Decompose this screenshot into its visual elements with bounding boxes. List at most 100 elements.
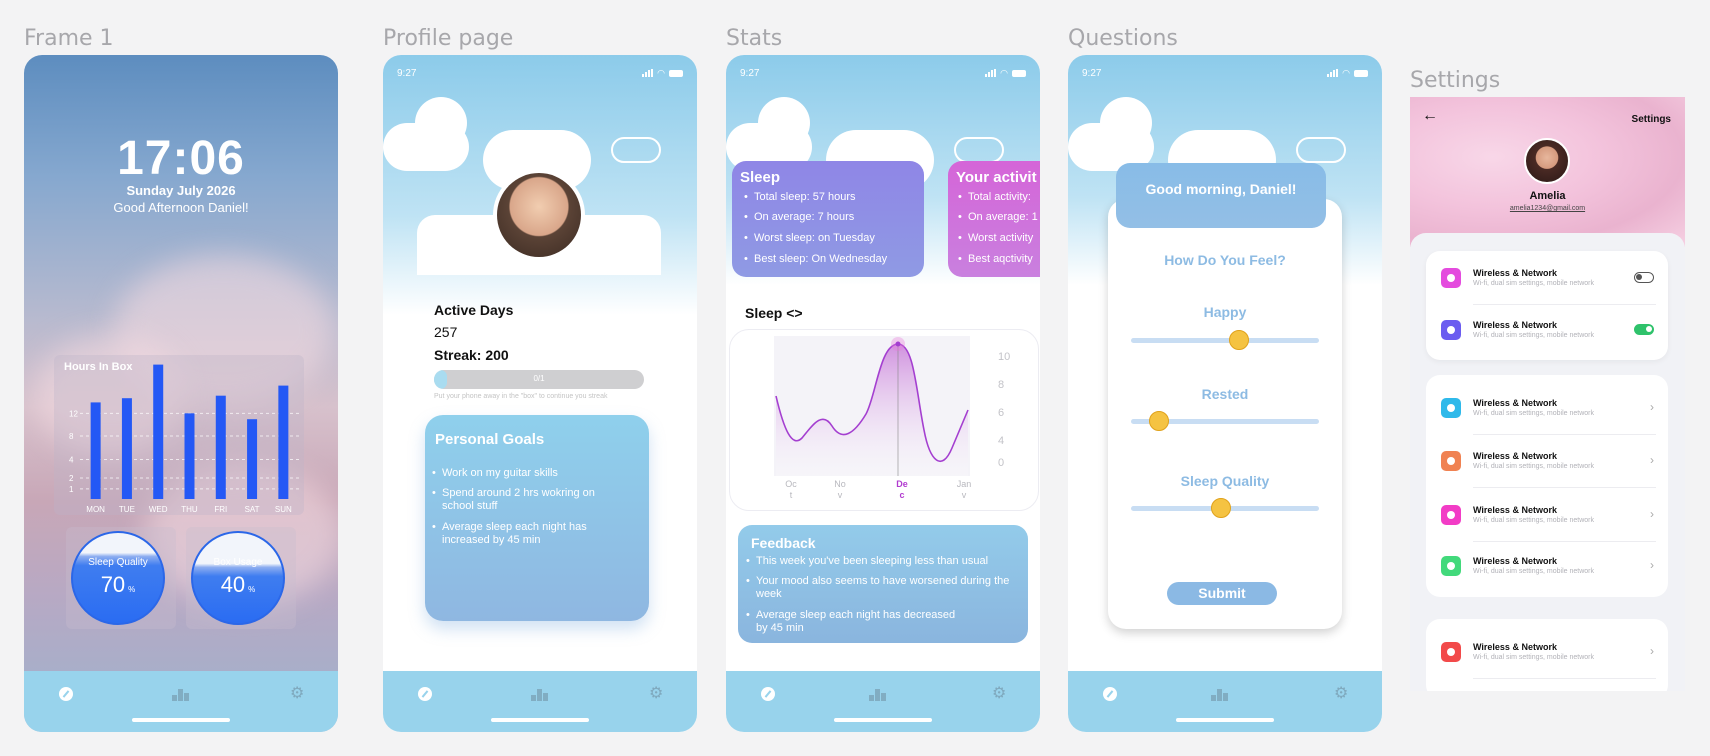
feedback-item: Your mood also seems to have worsened du… bbox=[746, 575, 1011, 601]
feedback-card: Feedback This week you've been sleeping … bbox=[738, 525, 1028, 643]
settings-row-wireless[interactable]: Wireless & Network Wi-fi, dual sim setti… bbox=[1426, 627, 1668, 679]
happy-slider[interactable] bbox=[1131, 338, 1319, 343]
gauge-label: Box Usage bbox=[213, 557, 263, 568]
row-title: Wireless & Network bbox=[1473, 398, 1557, 408]
cloud-icon bbox=[758, 97, 810, 149]
back-arrow-icon[interactable]: ← bbox=[1422, 107, 1438, 125]
sleep-quality-slider-thumb[interactable] bbox=[1211, 498, 1232, 518]
gear-icon[interactable]: ⚙ bbox=[992, 686, 1006, 702]
row-subtitle: Wi-fi, dual sim settings, mobile network bbox=[1473, 517, 1594, 524]
row-title: Wireless & Network bbox=[1473, 642, 1557, 652]
settings-row-wireless[interactable]: Wireless & Network Wi-fi, dual sim setti… bbox=[1426, 305, 1668, 357]
settings-screen: ← Settings Amelia amelia1234@gmail.com W… bbox=[1410, 97, 1685, 691]
x-tick-label: Oc bbox=[785, 479, 797, 489]
frame-label-stats: Stats bbox=[726, 26, 783, 51]
goal-item: Spend around 2 hrs wokring on school stu… bbox=[432, 487, 612, 513]
streak-label: Streak: 200 bbox=[434, 347, 509, 363]
activity-stat: Total activity: bbox=[958, 191, 1031, 203]
compass-icon[interactable] bbox=[761, 687, 775, 701]
x-tick-label: De bbox=[896, 479, 908, 489]
x-tick-label: Jan bbox=[957, 479, 972, 489]
toggle-switch[interactable] bbox=[1634, 272, 1654, 283]
settings-header: ← Settings Amelia amelia1234@gmail.com bbox=[1410, 97, 1685, 247]
goal-item: Average sleep each night has increased b… bbox=[432, 521, 612, 547]
x-tick-label: t bbox=[790, 490, 793, 500]
avatar[interactable] bbox=[493, 169, 585, 261]
row-divider bbox=[1473, 487, 1656, 488]
sleep-graph-header[interactable]: Sleep <> bbox=[745, 305, 803, 321]
settings-row-wireless[interactable]: Wireless & Network Wi-fi, dual sim setti… bbox=[1426, 253, 1668, 305]
settings-group: Wireless & Network Wi-fi, dual sim setti… bbox=[1426, 251, 1668, 360]
row-subtitle: Wi-fi, dual sim settings, mobile network bbox=[1473, 568, 1594, 575]
compass-icon[interactable] bbox=[1103, 687, 1117, 701]
bar-chart-icon[interactable] bbox=[1211, 687, 1229, 701]
activity-stat: Worst activity bbox=[958, 232, 1033, 244]
cloud-outline-icon bbox=[954, 137, 1004, 163]
wifi-icon: ◠ bbox=[1000, 67, 1008, 78]
profile-email[interactable]: amelia1234@gmail.com bbox=[1410, 205, 1685, 212]
signal-icon bbox=[985, 69, 997, 77]
gear-icon[interactable]: ⚙ bbox=[1334, 686, 1348, 702]
sleep-summary-card[interactable]: Sleep Total sleep: 57 hours On average: … bbox=[732, 161, 924, 277]
signal-icon bbox=[1327, 69, 1339, 77]
settings-row-wireless[interactable]: Wireless & Network Wi-fi, dual sim setti… bbox=[1426, 490, 1668, 542]
greeting-banner: Good morning, Daniel! bbox=[1116, 163, 1326, 228]
row-title: Wireless & Network bbox=[1473, 320, 1557, 330]
sleep-quality-gauge: Sleep Quality 70% bbox=[71, 531, 165, 625]
slider-label-rested: Rested bbox=[1201, 386, 1249, 402]
compass-icon[interactable] bbox=[418, 687, 432, 701]
toggle-switch[interactable] bbox=[1634, 324, 1654, 335]
gauge-number: 70 bbox=[100, 572, 126, 597]
settings-row-wireless[interactable]: Wireless & Network Wi-fi, dual sim setti… bbox=[1426, 541, 1668, 593]
sleep-stat: On average: 7 hours bbox=[744, 211, 854, 223]
gear-icon[interactable]: ⚙ bbox=[290, 686, 304, 702]
row-title: Wireless & Network bbox=[1473, 556, 1557, 566]
activity-stat: On average: 1 bbox=[958, 211, 1038, 223]
gear-icon[interactable]: ⚙ bbox=[649, 686, 663, 702]
cloud-outline-icon bbox=[611, 137, 661, 163]
progress-text: 0/1 bbox=[533, 374, 545, 383]
how-do-you-feel-title: How Do You Feel? bbox=[1164, 252, 1286, 268]
status-bar: 9:27 ◠ bbox=[397, 65, 683, 81]
submit-button[interactable]: Submit bbox=[1167, 582, 1277, 605]
bar bbox=[247, 419, 258, 499]
gauge-number: 40 bbox=[220, 572, 246, 597]
goals-title: Personal Goals bbox=[435, 431, 545, 448]
chevron-right-icon: › bbox=[1650, 558, 1654, 572]
settings-row-wireless[interactable]: Wireless & Network Wi-fi, dual sim setti… bbox=[1426, 436, 1668, 488]
y-tick-label: 4 bbox=[69, 456, 74, 465]
x-tick-label: FRI bbox=[214, 505, 227, 514]
bar-chart: 124812MON TUE WED THU FRI SAT SUN bbox=[69, 364, 299, 514]
profile-phone: 9:27 ◠ Active Days 257 Streak: 200 0/1 P… bbox=[383, 55, 697, 732]
questions-phone: 9:27 ◠ Good morning, Daniel! How Do You … bbox=[1068, 55, 1382, 732]
x-tick-label: THU bbox=[181, 505, 198, 514]
status-bar: 9:27 ◠ bbox=[740, 65, 1026, 81]
rested-slider-thumb[interactable] bbox=[1148, 411, 1169, 431]
frame-label-profile: Profile page bbox=[383, 26, 514, 51]
compass-icon[interactable] bbox=[59, 687, 73, 701]
y-tick-label: 6 bbox=[998, 407, 1004, 419]
personal-goals-card[interactable]: Personal Goals Work on my guitar skills … bbox=[425, 415, 649, 621]
greeting-line: Good Afternoon Daniel! bbox=[113, 200, 249, 215]
slider-label-happy: Happy bbox=[1203, 304, 1247, 320]
row-title: Wireless & Network bbox=[1473, 505, 1557, 515]
battery-icon bbox=[1354, 69, 1368, 77]
profile-name: Amelia bbox=[1529, 190, 1566, 202]
bar-chart-icon[interactable] bbox=[531, 687, 549, 701]
home-indicator bbox=[132, 718, 230, 722]
cloud-icon bbox=[415, 97, 467, 149]
avatar[interactable] bbox=[1524, 138, 1570, 184]
bluetooth-icon bbox=[1441, 320, 1461, 340]
settings-item-icon bbox=[1441, 556, 1461, 576]
sleep-stat: Total sleep: 57 hours bbox=[744, 191, 855, 203]
home-indicator bbox=[491, 718, 589, 722]
bar-chart-icon[interactable] bbox=[869, 687, 887, 701]
happy-slider-thumb[interactable] bbox=[1228, 330, 1249, 350]
bar-chart-icon[interactable] bbox=[172, 687, 190, 701]
frame1-phone: 17:06 Sunday July 2026 Good Afternoon Da… bbox=[24, 55, 338, 732]
x-tick-label: v bbox=[838, 490, 843, 500]
activity-summary-card[interactable]: Your activit Total activity: On average:… bbox=[948, 161, 1040, 277]
settings-row-wireless[interactable]: Wireless & Network Wi-fi, dual sim setti… bbox=[1426, 383, 1668, 435]
home-indicator bbox=[1176, 718, 1274, 722]
hours-in-box-chart: Hours In Box 1 2 4 8 12 MON TUE WED THU FRI SAT SUN bbox=[54, 355, 304, 515]
